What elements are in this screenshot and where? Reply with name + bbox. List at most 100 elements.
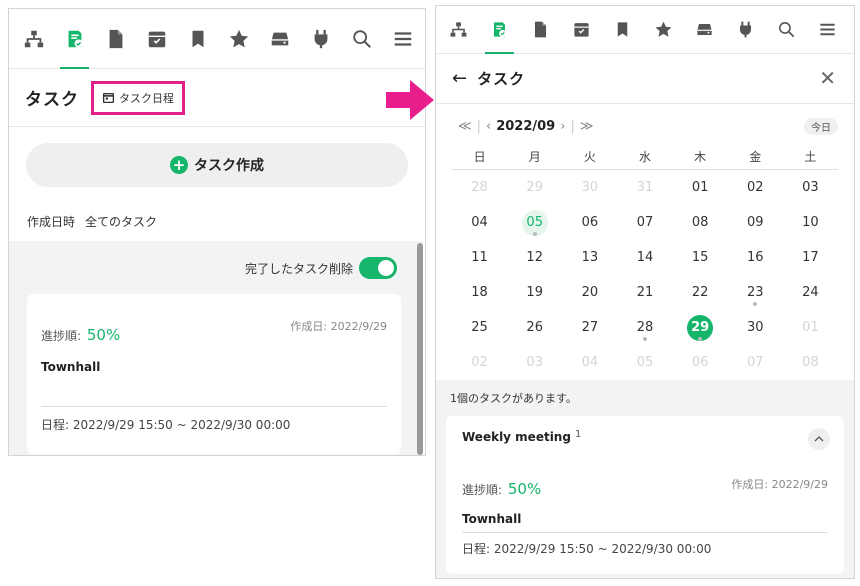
- day-number: 01: [691, 180, 709, 195]
- task-group-card[interactable]: Weekly meeting 1 作成日: 2022/9/29 進捗順: 50%…: [446, 416, 844, 574]
- scrollbar[interactable]: [417, 241, 423, 455]
- calendar-day[interactable]: 31: [617, 170, 672, 205]
- day-number: 20: [581, 285, 599, 300]
- day-number: 07: [636, 215, 654, 230]
- next-year-button[interactable]: ≫: [580, 119, 594, 134]
- created-date: 作成日: 2022/9/29: [290, 320, 387, 333]
- create-task-button[interactable]: + タスク作成: [26, 143, 408, 187]
- calendar-day-selected[interactable]: 29: [673, 310, 728, 345]
- search-icon[interactable]: [341, 9, 382, 69]
- calendar-day[interactable]: 30: [728, 310, 783, 345]
- calendar-day[interactable]: 04: [562, 345, 617, 380]
- calendar-icon: [102, 93, 115, 104]
- star-icon[interactable]: [218, 9, 259, 69]
- calendar-day[interactable]: 15: [673, 240, 728, 275]
- calendar-day[interactable]: 12: [507, 240, 562, 275]
- document-icon[interactable]: [95, 9, 136, 69]
- prev-year-button[interactable]: ≪: [458, 119, 472, 134]
- task-schedule: 日程: 2022/9/29 15:50 ~ 2022/9/30 00:00: [462, 542, 712, 556]
- day-number: 12: [526, 250, 543, 265]
- plug-icon[interactable]: [725, 6, 766, 54]
- calendar-day[interactable]: 28: [617, 310, 672, 345]
- calendar-day[interactable]: 08: [783, 345, 838, 380]
- calendar-day[interactable]: 04: [452, 205, 507, 240]
- delete-completed-toggle[interactable]: [359, 257, 397, 279]
- task-icon[interactable]: [479, 6, 520, 54]
- calendar-day[interactable]: 16: [728, 240, 783, 275]
- star-icon[interactable]: [643, 6, 684, 54]
- sitemap-icon[interactable]: [438, 6, 479, 54]
- back-arrow-icon[interactable]: ←: [452, 68, 467, 89]
- bookmark-icon[interactable]: [602, 6, 643, 54]
- task-schedule: 日程: 2022/9/29 15:50 ~ 2022/9/30 00:00: [41, 418, 291, 432]
- calendar-day[interactable]: 01: [783, 310, 838, 345]
- menu-icon[interactable]: [807, 6, 848, 54]
- close-icon[interactable]: ✕: [819, 66, 836, 90]
- calendar-day[interactable]: 21: [617, 275, 672, 310]
- menu-icon[interactable]: [382, 9, 423, 69]
- calendar-day[interactable]: 30: [562, 170, 617, 205]
- calendar-day[interactable]: 26: [507, 310, 562, 345]
- calendar-day[interactable]: 27: [562, 310, 617, 345]
- calendar-day[interactable]: 09: [728, 205, 783, 240]
- archive-icon[interactable]: [561, 6, 602, 54]
- calendar-day[interactable]: 20: [562, 275, 617, 310]
- next-month-button[interactable]: ›: [560, 119, 565, 134]
- drive-icon[interactable]: [684, 6, 725, 54]
- task-icon[interactable]: [54, 9, 95, 69]
- task-card[interactable]: 作成日: 2022/9/29 進捗順: 50% Townhall 日程: 202…: [27, 294, 401, 454]
- plug-icon[interactable]: [300, 9, 341, 69]
- calendar-day[interactable]: 10: [783, 205, 838, 240]
- drive-icon[interactable]: [259, 9, 300, 69]
- calendar-day[interactable]: 22: [673, 275, 728, 310]
- day-number: 26: [526, 320, 543, 335]
- calendar-day[interactable]: 05: [617, 345, 672, 380]
- sitemap-icon[interactable]: [13, 9, 54, 69]
- delete-completed-label: 完了したタスク削除: [244, 261, 353, 276]
- delete-completed-row: 完了したタスク削除: [9, 241, 417, 279]
- collapse-button[interactable]: [808, 428, 830, 450]
- today-button[interactable]: 今日: [804, 118, 838, 135]
- calendar-day[interactable]: 24: [783, 275, 838, 310]
- calendar-day[interactable]: 02: [452, 345, 507, 380]
- weekday-label: 土: [804, 150, 817, 164]
- day-number: 11: [471, 250, 488, 265]
- calendar-day-today[interactable]: 05: [507, 205, 562, 240]
- calendar-day[interactable]: 23: [728, 275, 783, 310]
- prev-month-button[interactable]: ‹: [486, 119, 491, 134]
- calendar-day[interactable]: 07: [617, 205, 672, 240]
- calendar-day[interactable]: 29: [507, 170, 562, 205]
- calendar-day[interactable]: 02: [728, 170, 783, 205]
- calendar-day[interactable]: 14: [617, 240, 672, 275]
- weekday-header: 日 月 火 水 木 金 土: [452, 148, 838, 170]
- archive-icon[interactable]: [136, 9, 177, 69]
- document-icon[interactable]: [520, 6, 561, 54]
- day-number: 02: [746, 180, 764, 195]
- calendar-day[interactable]: 01: [673, 170, 728, 205]
- calendar-day[interactable]: 18: [452, 275, 507, 310]
- calendar-day[interactable]: 11: [452, 240, 507, 275]
- task-panel-list: タスク タスク日程 + タスク作成 作成日時 全てのタスク 完了したタスク削除 …: [8, 8, 426, 456]
- calendar-day[interactable]: 06: [562, 205, 617, 240]
- bookmark-icon[interactable]: [177, 9, 218, 69]
- calendar-day[interactable]: 08: [673, 205, 728, 240]
- task-schedule-label: タスク日程: [119, 91, 174, 105]
- calendar-day[interactable]: 17: [783, 240, 838, 275]
- calendar-day[interactable]: 13: [562, 240, 617, 275]
- calendar-day[interactable]: 07: [728, 345, 783, 380]
- day-number: 29: [526, 180, 543, 195]
- task-schedule-button[interactable]: タスク日程: [91, 80, 185, 115]
- plus-icon: +: [170, 156, 188, 174]
- calendar-day[interactable]: 28: [452, 170, 507, 205]
- calendar-day[interactable]: 25: [452, 310, 507, 345]
- weekday-label: 金: [749, 150, 762, 164]
- calendar-day[interactable]: 03: [507, 345, 562, 380]
- calendar-day[interactable]: 19: [507, 275, 562, 310]
- day-number: 30: [746, 320, 764, 335]
- calendar-day[interactable]: 06: [673, 345, 728, 380]
- day-number: 18: [471, 285, 488, 300]
- calendar-day[interactable]: 03: [783, 170, 838, 205]
- search-icon[interactable]: [766, 6, 807, 54]
- calendar-week: 25 26 27 28 29 30 01: [452, 310, 838, 345]
- scrollbar-thumb[interactable]: [417, 243, 423, 455]
